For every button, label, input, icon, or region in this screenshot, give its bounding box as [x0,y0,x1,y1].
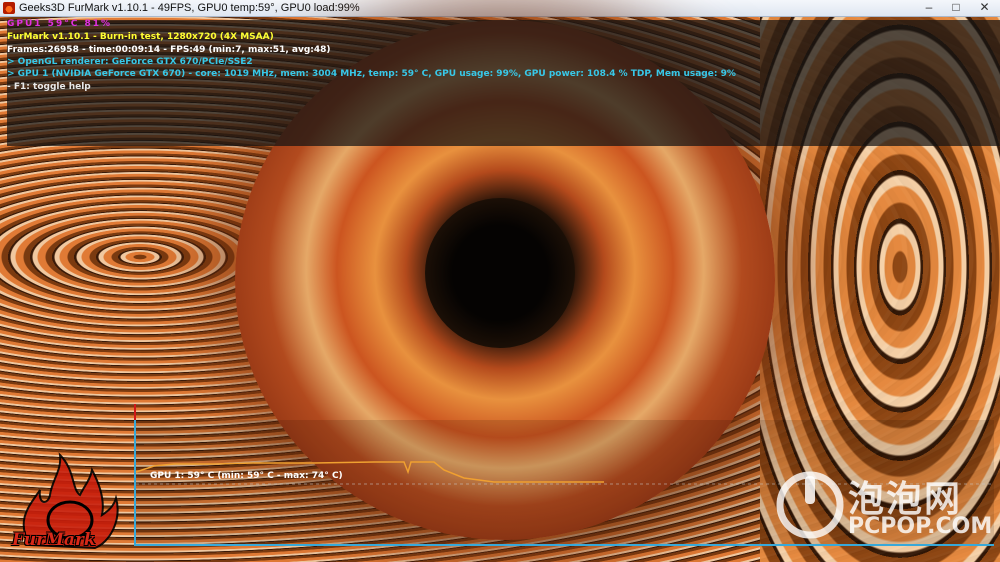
temperature-label: GPU 1: 59° C (min: 59° C - max: 74° C) [150,471,343,481]
pcpop-watermark-en: PCPOP.COM [848,514,993,539]
minimize-button[interactable]: – [916,0,942,15]
maximize-button[interactable]: □ [943,0,969,15]
furmark-window: Geeks3D FurMark v1.10.1 - 49FPS, GPU0 te… [0,0,1000,562]
fur-donut-center [425,198,575,348]
close-button[interactable]: ✕ [970,0,999,15]
furmark-app-icon [3,2,15,14]
gpu-info-line: > GPU 1 (NVIDIA GeForce GTX 670) - core:… [7,69,736,79]
gpu-summary-header: GPU1 59°C 81% [7,19,112,29]
help-hint-line: - F1: toggle help [7,82,91,92]
furmark-logo-text: FurMark [12,530,96,550]
test-title-line: FurMark v1.10.1 - Burn-in test, 1280x720… [7,32,274,42]
pcpop-power-icon [776,471,844,539]
renderer-line: > OpenGL renderer: GeForce GTX 670/PCIe/… [7,57,253,67]
window-title: Geeks3D FurMark v1.10.1 - 49FPS, GPU0 te… [19,2,360,14]
frames-line: Frames:26958 - time:00:09:14 - FPS:49 (m… [7,45,331,55]
title-bar[interactable]: Geeks3D FurMark v1.10.1 - 49FPS, GPU0 te… [0,0,1000,17]
